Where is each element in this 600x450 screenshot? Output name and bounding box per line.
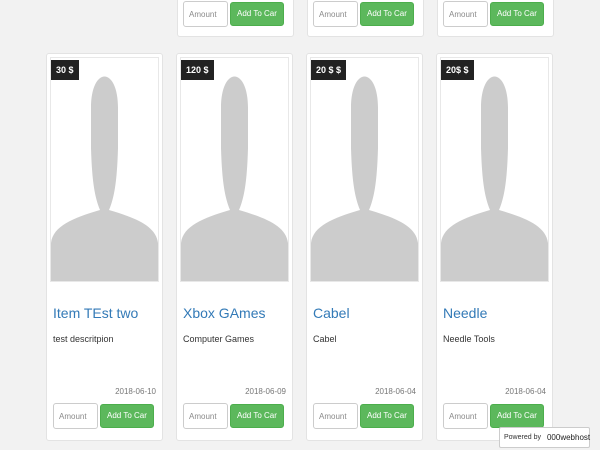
product-card: 30 $ Item TEst two test descritpion 2018…: [46, 53, 163, 441]
brand-name: 000webhost: [546, 433, 591, 442]
price-tag: 30 $: [51, 60, 79, 80]
add-to-cart-form: Add To Car: [313, 403, 414, 429]
product-description: Needle Tools: [443, 334, 495, 344]
product-description: Computer Games: [183, 334, 255, 344]
amount-input[interactable]: [313, 1, 358, 27]
amount-input[interactable]: [53, 403, 98, 429]
product-grid-page: Add To Car Add To Car Add To Car 30 $ It…: [0, 0, 600, 450]
add-to-cart-form: Add To Car: [443, 1, 544, 27]
product-date: 2018-06-04: [375, 387, 416, 396]
product-image[interactable]: 120 $: [180, 57, 289, 282]
person-silhouette-icon: [51, 76, 158, 281]
add-to-cart-form: Add To Car: [53, 403, 154, 429]
price-tag: 20$ $: [441, 60, 474, 80]
product-description: test descritpion: [53, 334, 114, 344]
amount-input[interactable]: [183, 403, 228, 429]
product-card-partial: Add To Car: [307, 0, 424, 37]
product-date: 2018-06-09: [245, 387, 286, 396]
person-silhouette-icon: [441, 76, 548, 281]
product-title-link[interactable]: Cabel: [313, 304, 421, 322]
add-to-cart-button[interactable]: Add To Car: [230, 404, 284, 428]
product-card-partial: Add To Car: [437, 0, 554, 37]
person-silhouette-icon: [311, 76, 418, 281]
product-image[interactable]: 20 $ $: [310, 57, 419, 282]
product-image[interactable]: 20$ $: [440, 57, 549, 282]
add-to-cart-form: Add To Car: [313, 1, 414, 27]
add-to-cart-button[interactable]: Add To Car: [100, 404, 154, 428]
add-to-cart-form: Add To Car: [443, 403, 544, 429]
person-silhouette-icon: [181, 76, 288, 281]
product-card: 20$ $ Needle Needle Tools 2018-06-04 Add…: [436, 53, 553, 441]
product-description: Cabel: [313, 334, 337, 344]
amount-input[interactable]: [443, 1, 488, 27]
product-date: 2018-06-04: [505, 387, 546, 396]
amount-input[interactable]: [183, 1, 228, 27]
add-to-cart-button[interactable]: Add To Car: [230, 2, 284, 26]
add-to-cart-button[interactable]: Add To Car: [360, 404, 414, 428]
amount-input[interactable]: [313, 403, 358, 429]
add-to-cart-form: Add To Car: [183, 1, 284, 27]
product-card: 120 $ Xbox GAmes Computer Games 2018-06-…: [176, 53, 293, 441]
product-title-link[interactable]: Item TEst two: [53, 304, 161, 322]
add-to-cart-button[interactable]: Add To Car: [490, 2, 544, 26]
powered-by-label: Powered by: [504, 434, 541, 441]
add-to-cart-button[interactable]: Add To Car: [360, 2, 414, 26]
product-date: 2018-06-10: [115, 387, 156, 396]
product-image[interactable]: 30 $: [50, 57, 159, 282]
product-title-link[interactable]: Xbox GAmes: [183, 304, 291, 322]
amount-input[interactable]: [443, 403, 488, 429]
product-title-link[interactable]: Needle: [443, 304, 551, 322]
powered-by-badge[interactable]: Powered by 000webhost: [499, 427, 590, 448]
product-card: 20 $ $ Cabel Cabel 2018-06-04 Add To Car: [306, 53, 423, 441]
add-to-cart-button[interactable]: Add To Car: [490, 404, 544, 428]
add-to-cart-form: Add To Car: [183, 403, 284, 429]
price-tag: 20 $ $: [311, 60, 347, 80]
price-tag: 120 $: [181, 60, 214, 80]
product-card-partial: Add To Car: [177, 0, 294, 37]
